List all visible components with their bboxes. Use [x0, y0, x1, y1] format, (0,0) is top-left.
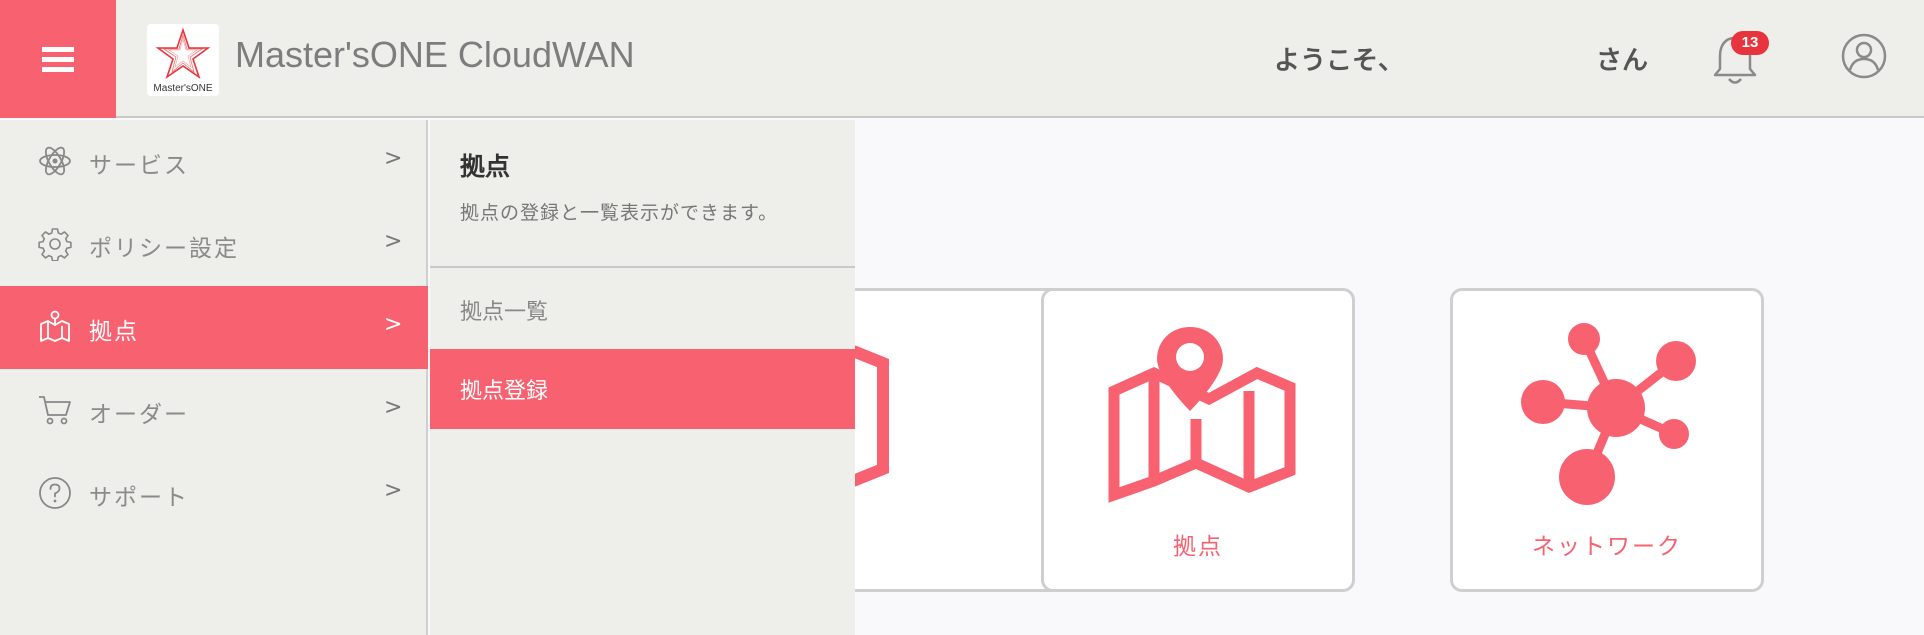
card-sites[interactable]: 拠点 — [1041, 288, 1355, 592]
app-title: Master'sONE CloudWAN — [235, 34, 635, 75]
user-icon — [1841, 33, 1887, 79]
submenu-item-label: 拠点一覧 — [460, 300, 549, 325]
welcome-text: ようこそ、 — [1274, 46, 1405, 76]
sidebar-item-label: オーダー — [89, 402, 189, 428]
hamburger-icon-bar — [42, 57, 74, 62]
sidebar-item-services[interactable]: サービス > — [0, 120, 428, 203]
submenu-title: 拠点 — [460, 152, 511, 181]
cart-icon — [39, 396, 71, 425]
submenu-item-site-list[interactable]: 拠点一覧 — [430, 270, 855, 350]
chevron-right-icon: > — [384, 395, 403, 420]
gear-icon — [38, 228, 72, 261]
sidebar-item-label: サービス — [89, 153, 189, 179]
divider — [430, 266, 855, 268]
star-logo-icon — [155, 27, 211, 80]
chevron-right-icon: > — [384, 312, 403, 337]
card-label: 拠点 — [1173, 534, 1223, 560]
submenu-item-site-register[interactable]: 拠点登録 — [430, 349, 855, 429]
user-account-button[interactable] — [1840, 32, 1888, 80]
submenu-description: 拠点の登録と一覧表示ができます。 — [460, 202, 779, 224]
help-circle-icon — [39, 477, 71, 509]
app-logo[interactable]: Master'sONE — [147, 24, 219, 96]
sidebar-item-label: ポリシー設定 — [89, 236, 239, 262]
network-icon — [1521, 323, 1696, 505]
chevron-right-icon: > — [384, 229, 403, 254]
user-honorific: さん — [1596, 46, 1649, 76]
map-pin-icon — [40, 310, 70, 342]
sidebar-item-sites[interactable]: 拠点 > — [0, 286, 428, 369]
sidebar-item-orders[interactable]: オーダー > — [0, 369, 428, 452]
hamburger-icon — [42, 47, 74, 52]
submenu-item-label: 拠点登録 — [460, 379, 549, 404]
chevron-right-icon: > — [384, 478, 403, 503]
sidebar-item-policy[interactable]: ポリシー設定 > — [0, 203, 428, 286]
sidebar-item-label: サポート — [89, 485, 189, 511]
sidebar-item-label: 拠点 — [89, 319, 139, 345]
card-network[interactable]: ネットワーク — [1450, 288, 1764, 592]
card-label: ネットワーク — [1532, 534, 1682, 560]
sidebar-nav: サービス > ポリシー設定 > 拠点 > オーダー > サポート > — [0, 120, 428, 635]
hamburger-icon-bar — [42, 67, 74, 72]
logo-wordmark: Master'sONE — [153, 83, 213, 94]
sidebar-item-support[interactable]: サポート > — [0, 452, 428, 535]
top-header: Master'sONE Master'sONE CloudWAN ようこそ、 さ… — [0, 0, 1924, 118]
notification-count-badge: 13 — [1731, 31, 1769, 55]
hamburger-menu-button[interactable] — [0, 0, 116, 118]
map-icon — [1108, 327, 1296, 503]
submenu-panel: 拠点 拠点の登録と一覧表示ができます。 拠点一覧 拠点登録 — [430, 120, 855, 635]
chevron-right-icon: > — [384, 146, 403, 171]
atom-icon — [39, 146, 71, 176]
